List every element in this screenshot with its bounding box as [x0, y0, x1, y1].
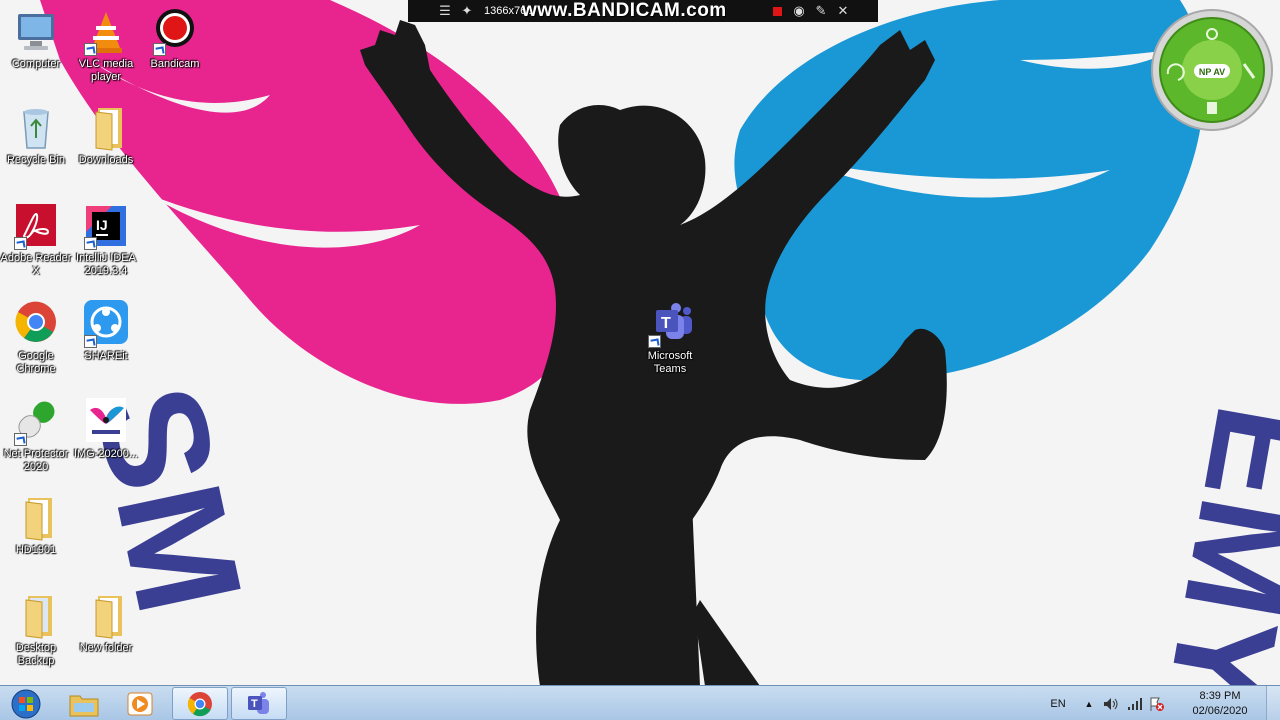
svg-text:T: T — [251, 698, 258, 710]
shortcut-arrow-icon — [14, 433, 27, 446]
taskbar-teams-button[interactable]: T — [231, 687, 287, 720]
desktop-icon-vlc[interactable]: VLC media player — [70, 8, 142, 84]
intellij-icon: IJ — [82, 202, 130, 250]
shortcut-arrow-icon — [84, 237, 97, 250]
svg-text:IJ: IJ — [96, 217, 108, 233]
desktop-icon-label: Google Chrome — [16, 350, 56, 375]
desktop-icon-label: Computer — [11, 58, 61, 70]
desktop-icon-adobe-reader[interactable]: Adobe Reader X — [0, 202, 72, 278]
net-protector-icon — [12, 398, 60, 446]
desktop-icon-hd1901[interactable]: HD1901 — [0, 494, 72, 557]
desktop-icon-microsoft-teams[interactable]: T Microsoft Teams — [634, 300, 706, 376]
vlc-icon — [82, 8, 130, 56]
desktop-icon-recycle-bin[interactable]: Recycle Bin — [0, 104, 72, 167]
camera-icon[interactable]: ◉ — [788, 0, 810, 22]
taskbar: T EN ▲ 8:39 PM 02/06/2020 — [0, 685, 1280, 720]
desktop-icon-desktop-backup[interactable]: Desktop Backup — [0, 592, 72, 668]
explorer-folder-icon — [69, 695, 99, 716]
windows-logo-icon — [11, 689, 41, 718]
pin-icon[interactable]: ✦ — [456, 0, 478, 22]
desktop-icon-label: IMG-20200... — [73, 448, 139, 460]
desktop-icon-label: Net Protector 2020 — [3, 448, 69, 473]
folder-icon — [12, 494, 60, 542]
clock-date: 02/06/2020 — [1192, 704, 1248, 717]
desktop-icon-label: Recycle Bin — [6, 154, 66, 166]
recycle-bin-icon — [12, 104, 60, 152]
volume-icon[interactable] — [1102, 686, 1120, 720]
language-indicator[interactable]: EN — [1046, 686, 1070, 720]
desktop-icon-label: Downloads — [78, 154, 134, 166]
svg-text:T: T — [661, 315, 671, 332]
desktop-icon-label: Adobe Reader X — [0, 252, 72, 277]
show-desktop-button[interactable] — [1266, 686, 1280, 720]
antivirus-gadget[interactable]: NP AV — [1150, 8, 1274, 132]
desktop-icon-label: Bandicam — [150, 58, 200, 70]
desktop-icon-net-protector[interactable]: Net Protector 2020 — [0, 398, 72, 474]
action-center-flag-icon[interactable] — [1148, 686, 1166, 720]
teams-icon: T — [646, 300, 694, 348]
computer-icon — [12, 8, 60, 56]
media-player-icon — [127, 692, 153, 715]
close-icon[interactable]: ✕ — [832, 0, 854, 22]
image-file-icon — [82, 398, 130, 446]
desktop-icon-label: SHAREit — [84, 350, 128, 362]
recorder-watermark: www.BANDICAM.com — [522, 0, 727, 21]
desktop-icon-label: IntelliJ IDEA 2019.3.4 — [76, 252, 136, 277]
bandicam-icon — [151, 8, 199, 56]
shortcut-arrow-icon — [153, 43, 166, 56]
stop-record-icon[interactable] — [766, 0, 788, 22]
desktop-icon-new-folder[interactable]: New folder — [70, 592, 142, 655]
show-hidden-icons-icon[interactable]: ▲ — [1082, 686, 1096, 720]
document-icon — [1207, 102, 1217, 114]
shortcut-arrow-icon — [84, 43, 97, 56]
clock[interactable]: 8:39 PM 02/06/2020 — [1178, 686, 1262, 720]
desktop-icon-label: VLC media player — [78, 58, 134, 83]
folder-icon — [12, 592, 60, 640]
desktop-icon-label: New folder — [79, 642, 133, 654]
desktop-icon-downloads[interactable]: Downloads — [70, 104, 142, 167]
recorder-toolbar: ☰ ✦ 1366x768 www.BANDICAM.com ◉ ✎ ✕ — [408, 0, 878, 22]
chrome-icon — [187, 691, 212, 716]
clock-time: 8:39 PM — [1199, 689, 1241, 702]
desktop-icon-bandicam[interactable]: Bandicam — [139, 8, 211, 71]
shareit-icon — [82, 300, 130, 348]
folder-icon — [82, 104, 130, 152]
desktop-icon-label: Microsoft Teams — [647, 350, 693, 375]
shortcut-arrow-icon — [14, 237, 27, 250]
taskbar-media-player-button[interactable] — [112, 687, 168, 720]
desktop-icon-image-file[interactable]: IMG-20200... — [70, 398, 142, 461]
network-signal-icon[interactable] — [1126, 686, 1144, 720]
taskbar-chrome-button[interactable] — [172, 687, 228, 720]
chrome-icon — [12, 300, 60, 348]
desktop-icon-shareit[interactable]: SHAREit — [70, 300, 142, 363]
gadget-badge: NP AV — [1199, 67, 1225, 77]
desktop-icon-google-chrome[interactable]: Google Chrome — [0, 300, 72, 376]
system-tray: EN ▲ 8:39 PM 02/06/2020 — [1040, 686, 1280, 720]
folder-icon — [82, 592, 130, 640]
start-button[interactable] — [6, 687, 46, 720]
shortcut-arrow-icon — [648, 335, 661, 348]
shortcut-arrow-icon — [84, 335, 97, 348]
menu-icon[interactable]: ☰ — [434, 0, 456, 22]
taskbar-explorer-button[interactable] — [56, 687, 112, 720]
pencil-icon[interactable]: ✎ — [810, 0, 832, 22]
desktop-icon-label: HD1901 — [15, 544, 57, 556]
desktop-icon-computer[interactable]: Computer — [0, 8, 72, 71]
adobe-reader-icon — [12, 202, 60, 250]
desktop-icon-intellij[interactable]: IJ IntelliJ IDEA 2019.3.4 — [70, 202, 142, 278]
desktop-icon-label: Desktop Backup — [15, 642, 57, 667]
teams-icon: T — [248, 691, 269, 714]
